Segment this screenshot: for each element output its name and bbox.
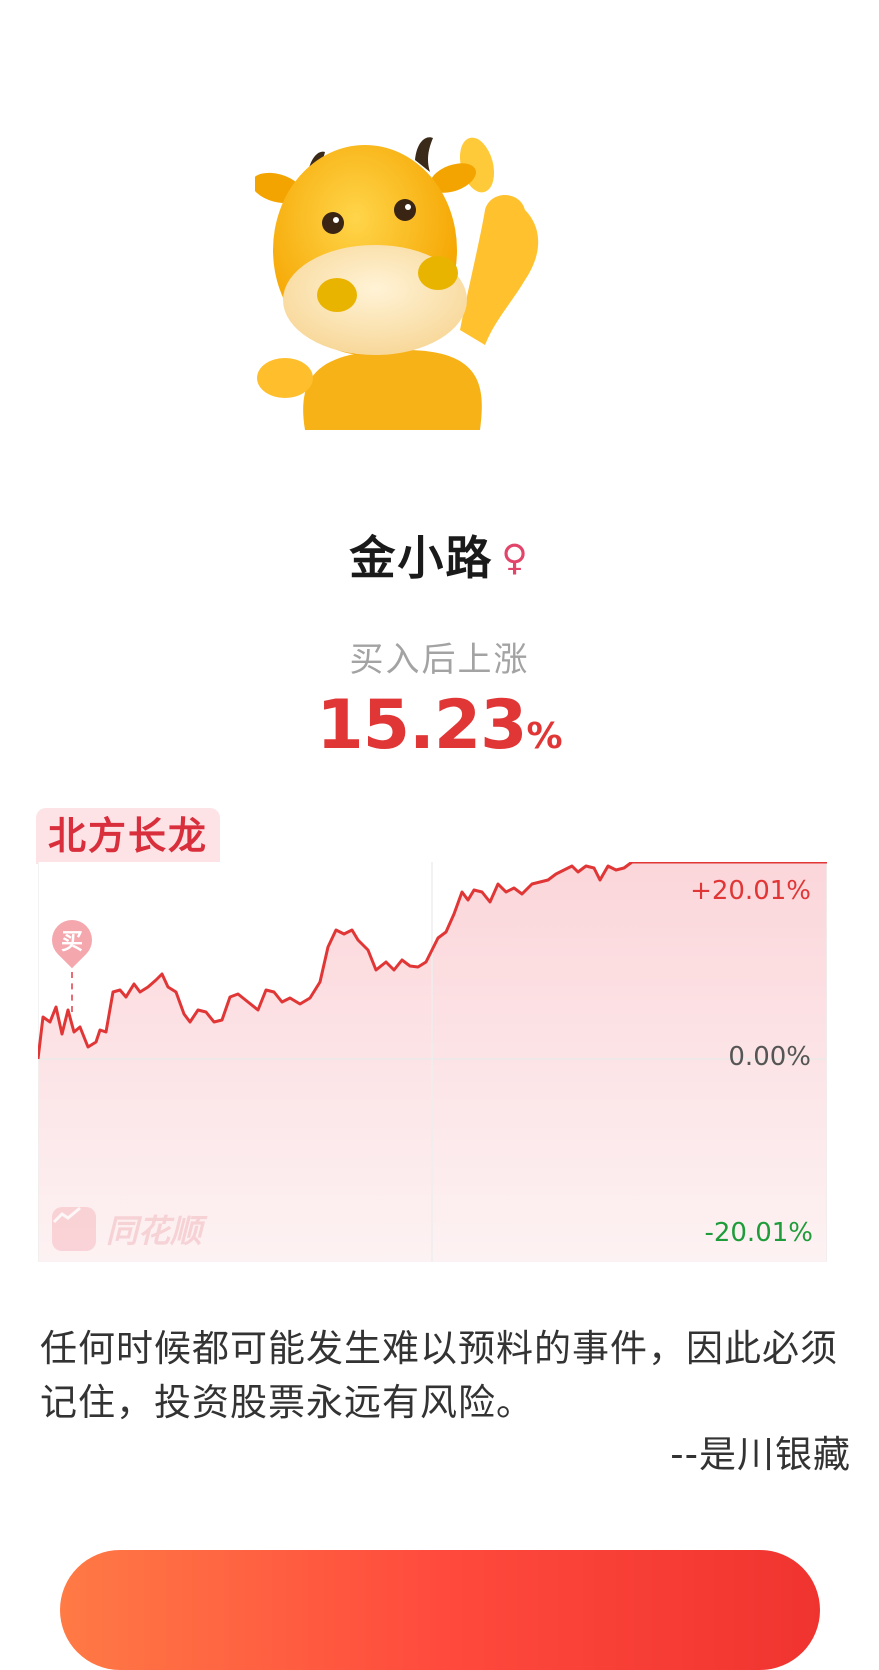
watermark: 同花顺 [52, 1206, 202, 1252]
tonghuashun-logo-icon [52, 1206, 96, 1251]
rise-label: 买入后上涨 [349, 640, 530, 680]
bottom-action-button[interactable] [60, 1550, 820, 1670]
axis-label-bottom: -20.01% [704, 1218, 813, 1248]
price-chart: 买 +20.01% 0.00% -20.01% 同花顺 [38, 862, 827, 1262]
buy-marker-label: 买 [60, 930, 83, 955]
female-icon: ♀ [501, 538, 530, 579]
axis-label-top: +20.01% [690, 876, 811, 906]
rise-number: 15.23 [316, 686, 527, 765]
stock-name-tag: 北方长龙 [36, 808, 221, 864]
axis-label-mid: 0.00% [728, 1042, 811, 1072]
quote-author: --是川银藏 [670, 1433, 851, 1476]
buy-marker-line [71, 972, 73, 1012]
rise-value: 15.23% [0, 686, 879, 765]
investment-quote: 任何时候都可能发生难以预料的事件，因此必须记住，投资股票永远有风险。 [40, 1327, 838, 1424]
profile-name-row: 金小路 ♀ [0, 522, 879, 588]
buy-marker[interactable]: 买 [43, 911, 101, 1012]
cow-mascot-icon [251, 130, 555, 430]
watermark-text: 同花顺 [106, 1212, 203, 1250]
profile-name: 金小路 [349, 531, 494, 585]
rise-unit: % [526, 716, 563, 757]
